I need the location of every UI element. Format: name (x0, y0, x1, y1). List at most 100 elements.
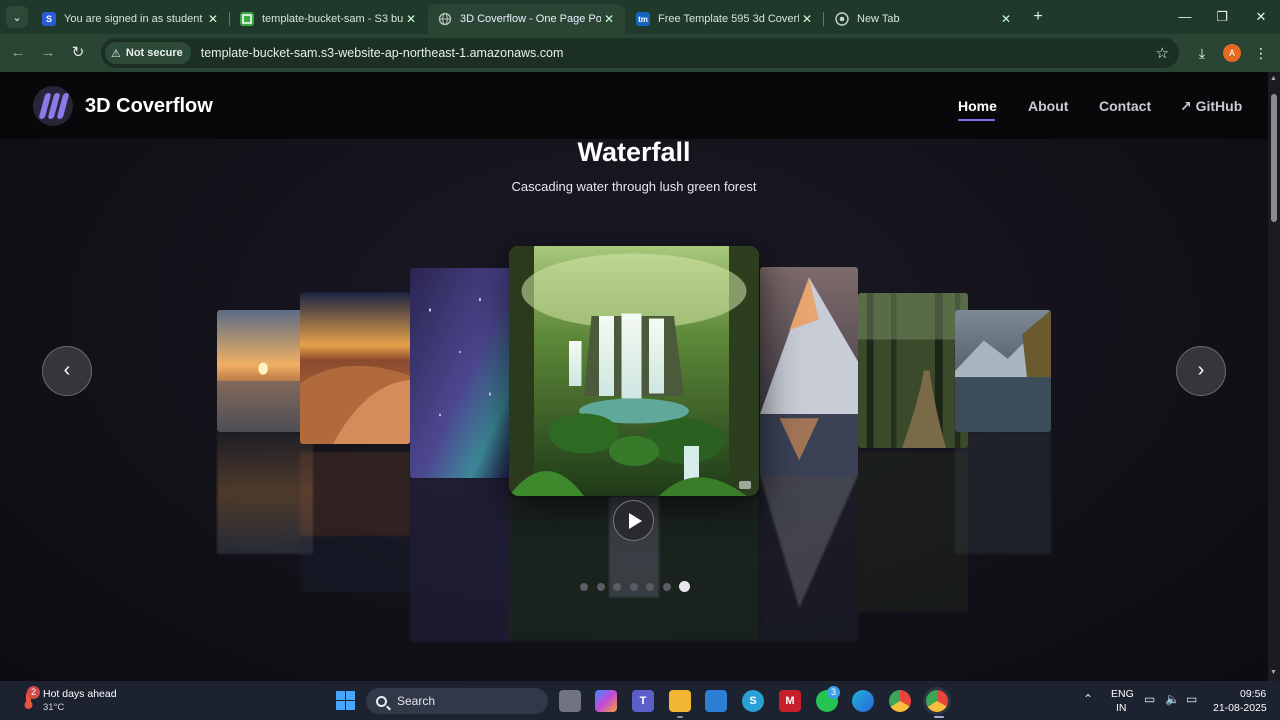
download-icon[interactable]: ⤓ (1192, 43, 1212, 63)
nav-home-link[interactable]: Home (958, 98, 997, 114)
brand-name[interactable]: 3D Coverflow (85, 95, 213, 118)
volume-icon[interactable]: 🔈 (1165, 692, 1180, 706)
back-arrow-icon[interactable]: ← (8, 43, 28, 63)
chrome-icon[interactable] (889, 690, 911, 712)
s3-favicon-icon (240, 12, 254, 26)
teams-icon[interactable]: T (632, 690, 654, 712)
not-secure-label: Not secure (125, 47, 183, 59)
reload-icon[interactable]: ↻ (68, 43, 88, 63)
slide-title: Waterfall (577, 137, 691, 167)
forward-arrow-icon[interactable]: → (38, 43, 58, 63)
slide-dot[interactable] (580, 583, 588, 591)
next-slide-button[interactable]: › (1176, 346, 1226, 396)
more-menu-icon[interactable]: ⋮ (1251, 43, 1271, 63)
whatsapp-badge: 3 (827, 686, 840, 699)
tab-3d-coverflow[interactable]: 3D Coverflow - One Page Portfo ✕ (428, 4, 625, 34)
edge-icon[interactable] (852, 690, 874, 712)
scroll-down-icon[interactable]: ▼ (1270, 669, 1277, 676)
slide-dot[interactable] (646, 583, 654, 591)
slide-dot[interactable] (630, 583, 638, 591)
running-indicator (677, 716, 683, 718)
play-autoplay-button[interactable] (613, 500, 654, 541)
card-reflection (300, 452, 410, 592)
tab-title: New Tab (857, 13, 900, 25)
chrome-profile-icon[interactable] (926, 690, 948, 712)
chrome-favicon-icon (835, 12, 849, 26)
taskbar-search-box[interactable]: Search (366, 688, 548, 714)
file-explorer-icon[interactable] (669, 690, 691, 712)
bookmark-star-icon[interactable]: ☆ (1156, 44, 1169, 62)
tab-free-template[interactable]: tm Free Template 595 3d Coverflow ✕ (626, 4, 823, 34)
maximize-icon[interactable]: ❐ (1207, 6, 1237, 28)
close-tab-icon[interactable]: ✕ (205, 12, 221, 26)
minimize-icon[interactable]: — (1170, 6, 1200, 28)
tab-title: 3D Coverflow - One Page Portfo (460, 13, 601, 25)
card-reflection (955, 432, 1051, 554)
show-hidden-icons-icon[interactable]: ⌃ (1083, 692, 1093, 706)
language-label[interactable]: ENG (1111, 688, 1134, 700)
slide-dot[interactable] (597, 583, 605, 591)
scroll-up-icon[interactable]: ▲ (1270, 75, 1277, 82)
profile-avatar[interactable]: A (1223, 44, 1241, 62)
search-label: Search (397, 694, 436, 708)
mcafee-icon[interactable]: M (779, 690, 801, 712)
skype-icon[interactable]: S (742, 690, 764, 712)
tab-search-menu-button[interactable]: ⌄ (6, 6, 28, 28)
logo-square (346, 701, 355, 710)
new-tab-plus-icon[interactable]: + (1028, 8, 1048, 28)
page-scrollbar[interactable]: ▲ ▼ (1268, 72, 1280, 681)
tab-signed-in[interactable]: S You are signed in as student ✕ (32, 4, 229, 34)
region-label[interactable]: IN (1116, 702, 1127, 714)
logo-square (336, 701, 345, 710)
card-reflection (858, 452, 968, 612)
nav-contact-link[interactable]: Contact (1099, 98, 1151, 114)
microsoft-store-icon[interactable] (705, 690, 727, 712)
coverflow-card-desert-dunes[interactable] (300, 292, 410, 444)
close-tab-icon[interactable]: ✕ (998, 12, 1014, 26)
weather-text[interactable]: Hot days ahead (43, 688, 117, 700)
close-tab-icon[interactable]: ✕ (799, 12, 815, 26)
prev-slide-button[interactable]: ‹ (42, 346, 92, 396)
close-tab-icon[interactable]: ✕ (601, 12, 617, 26)
battery-icon[interactable]: ▭ (1186, 692, 1197, 706)
card-reflection (410, 478, 510, 642)
s-favicon-icon: S (42, 12, 56, 26)
coverflow-card-snowy-mountain[interactable] (760, 267, 858, 477)
warning-icon: ⚠ (111, 47, 121, 60)
slide-dot[interactable] (613, 583, 621, 591)
temperature-text[interactable]: 31°C (43, 702, 64, 713)
coverflow-card-waterfall[interactable] (509, 246, 759, 496)
coverflow-card-sunset-beach[interactable] (217, 310, 313, 432)
network-icon[interactable]: ▭ (1144, 692, 1155, 706)
coverflow-card-galaxy[interactable] (410, 268, 510, 478)
browser-toolbar: ← → ↻ ⚠ Not secure template-bucket-sam.s… (0, 34, 1280, 72)
weather-alert-badge: 2 (27, 686, 40, 699)
nav-about-link[interactable]: About (1028, 98, 1068, 114)
close-tab-icon[interactable]: ✕ (403, 12, 419, 26)
tm-favicon-icon: tm (636, 12, 650, 26)
tab-title: template-bucket-sam - S3 buck (262, 13, 403, 25)
globe-favicon-icon (438, 12, 452, 26)
logo-square (346, 691, 355, 700)
tab-s3-bucket[interactable]: template-bucket-sam - S3 buck ✕ (230, 4, 427, 34)
copilot-icon[interactable] (595, 690, 617, 712)
tab-new-tab[interactable]: New Tab ✕ (825, 4, 1022, 34)
nav-github-link[interactable]: ↗ GitHub (1180, 98, 1242, 115)
scrollbar-thumb[interactable] (1271, 94, 1277, 222)
address-bar[interactable]: ⚠ Not secure template-bucket-sam.s3-webs… (101, 38, 1179, 68)
clock-time[interactable]: 09:56 (1240, 688, 1266, 700)
task-view-icon[interactable] (559, 690, 581, 712)
active-indicator (934, 716, 944, 718)
clock-date[interactable]: 21-08-2025 (1213, 702, 1267, 714)
coverflow-card-forest-path[interactable] (858, 293, 968, 448)
coverflow-card-mountain-lake[interactable] (955, 310, 1051, 432)
slide-dot-active[interactable] (679, 581, 690, 592)
windows-start-icon[interactable] (336, 691, 355, 710)
slide-dot[interactable] (663, 583, 671, 591)
card-reflection (760, 475, 858, 641)
brand-logo-icon[interactable] (33, 86, 73, 126)
page-viewport: 3D Coverflow Home About Contact ↗ GitHub… (0, 72, 1268, 681)
url-text[interactable]: template-bucket-sam.s3-website-ap-northe… (201, 46, 564, 60)
close-window-icon[interactable]: ✕ (1246, 6, 1276, 28)
not-secure-badge[interactable]: ⚠ Not secure (105, 42, 191, 64)
